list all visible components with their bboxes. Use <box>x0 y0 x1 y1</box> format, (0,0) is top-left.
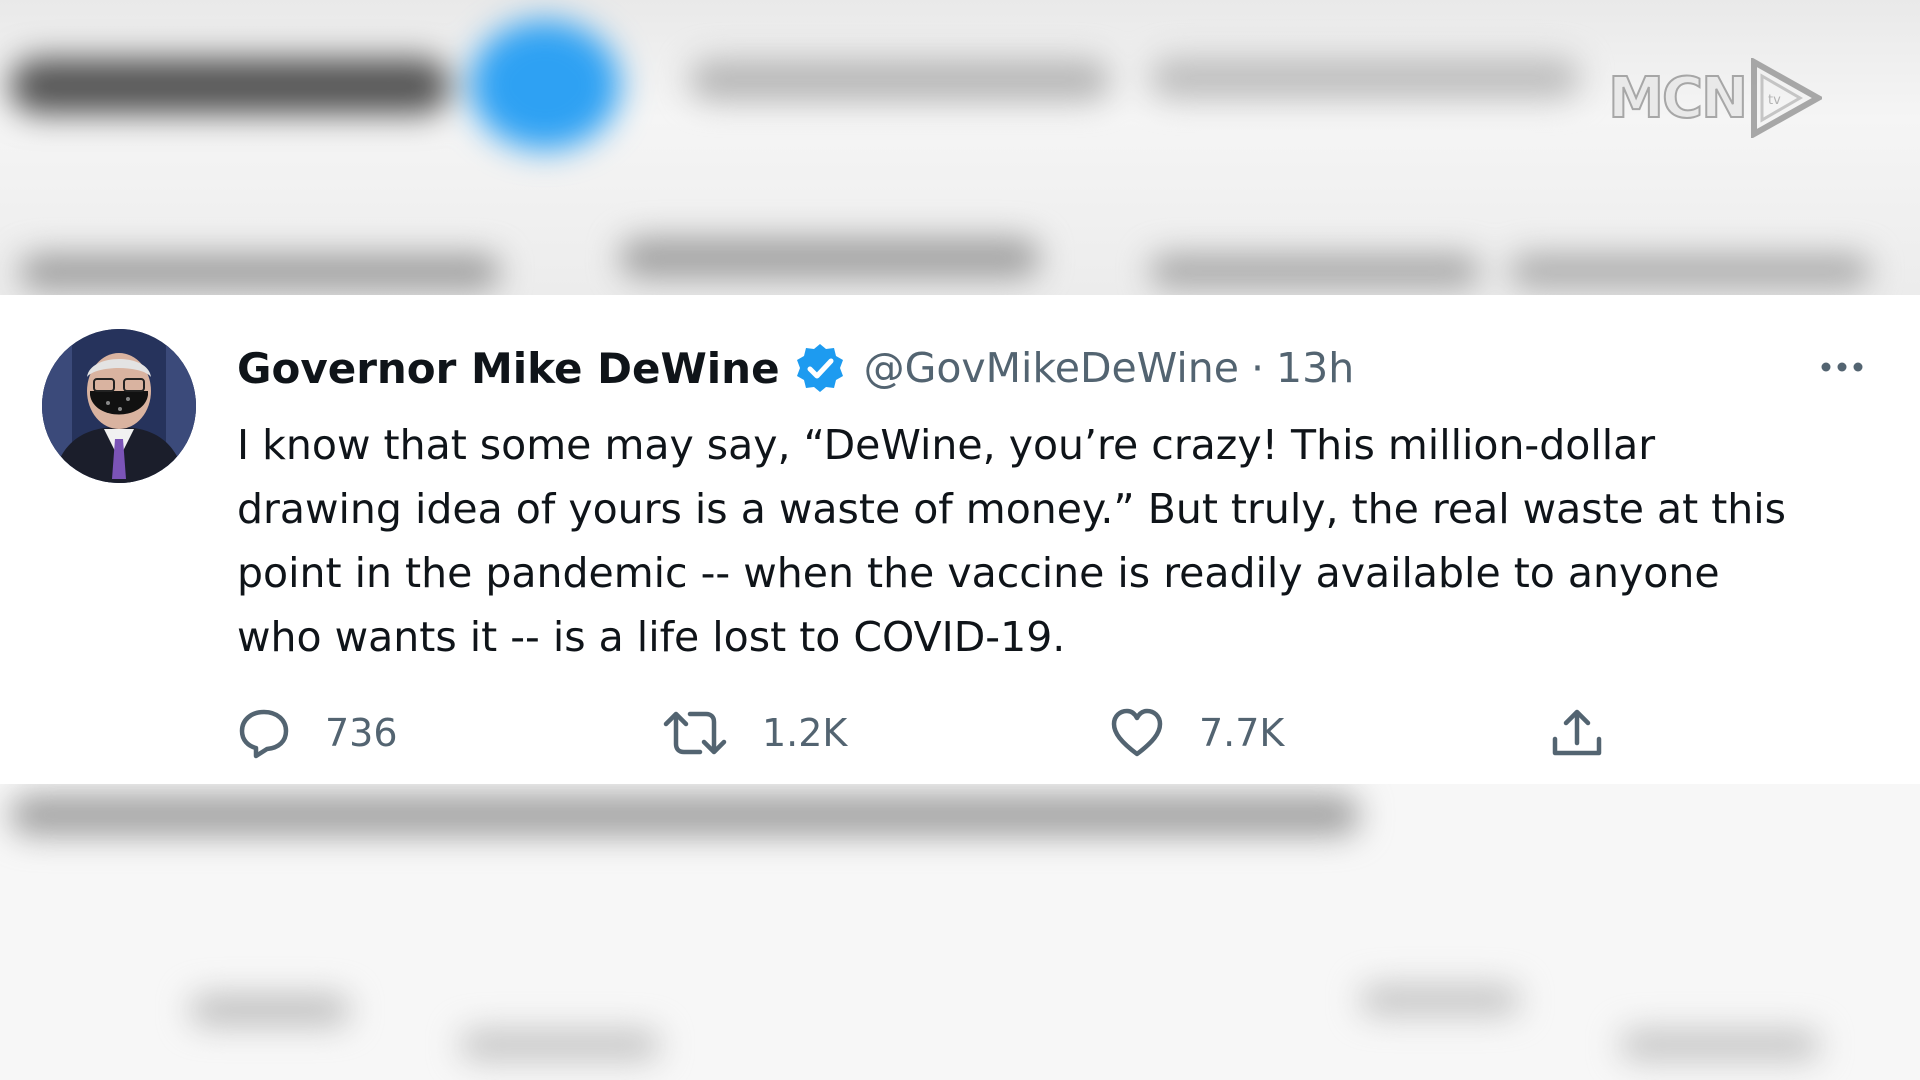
mcn-tv-logo: MCN tv <box>1607 58 1822 138</box>
share-icon <box>1552 709 1602 756</box>
reply-icon <box>239 709 289 759</box>
watermark-sub: tv <box>1768 93 1781 108</box>
separator-dot: · <box>1251 344 1265 392</box>
verified-badge-icon <box>794 342 846 394</box>
tweet-timestamp[interactable]: 13h <box>1276 344 1354 392</box>
video-frame: MCN tv Governor Mike DeWine @GovMikeDeWi… <box>0 0 1920 1080</box>
heart-icon <box>1111 708 1163 757</box>
play-triangle-icon: tv <box>1751 58 1822 138</box>
watermark-text: MCN <box>1607 65 1749 132</box>
author-handle[interactable]: @GovMikeDeWine <box>864 344 1239 392</box>
share-button[interactable] <box>1549 703 1605 763</box>
author-name[interactable]: Governor Mike DeWine <box>237 344 780 393</box>
retweet-count: 1.2K <box>762 711 848 755</box>
more-icon[interactable] <box>1818 355 1866 379</box>
author-avatar[interactable] <box>42 329 196 483</box>
like-count: 7.7K <box>1199 711 1285 755</box>
like-button[interactable]: 7.7K <box>1109 703 1284 763</box>
tweet-actions: 736 1.2K 7.7K <box>237 703 1637 763</box>
reply-count: 736 <box>325 711 398 755</box>
retweet-icon <box>663 711 727 755</box>
tweet-body-text: I know that some may say, “DeWine, you’r… <box>237 421 1787 661</box>
retweet-button[interactable]: 1.2K <box>662 703 847 763</box>
reply-button[interactable]: 736 <box>237 703 398 763</box>
tweet-header: Governor Mike DeWine @GovMikeDeWine · 13… <box>237 338 1354 398</box>
tweet-card[interactable]: Governor Mike DeWine @GovMikeDeWine · 13… <box>0 295 1920 784</box>
